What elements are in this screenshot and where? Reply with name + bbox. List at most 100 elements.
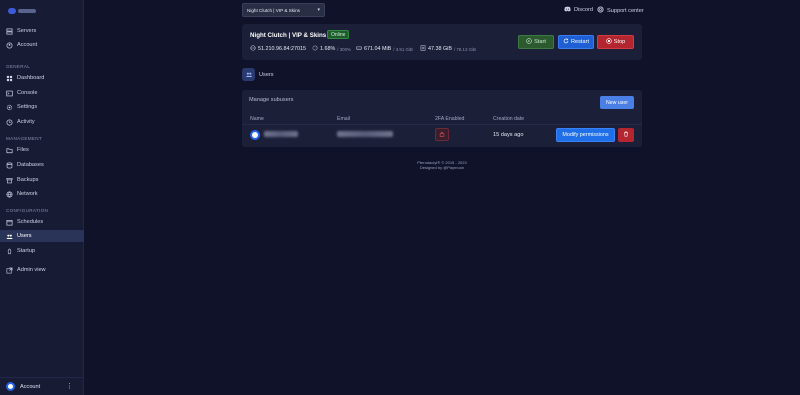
sidebar-item-console[interactable]: Console: [0, 87, 84, 99]
discord-link[interactable]: Discord: [564, 6, 593, 14]
section-label-management: MANAGEMENT: [6, 136, 42, 141]
sidebar-item-users[interactable]: Users: [0, 230, 84, 242]
sidebar-item-label: Users: [17, 233, 32, 239]
sidebar-item-network[interactable]: Network: [0, 188, 84, 200]
app-logo[interactable]: [8, 7, 44, 15]
sidebar-item-label: Startup: [17, 248, 36, 254]
restart-icon: [563, 38, 569, 46]
sidebar-item-label: Servers: [17, 28, 37, 34]
sidebar-item-databases[interactable]: Databases: [0, 159, 84, 171]
delete-user-button[interactable]: [618, 128, 634, 142]
database-icon: [6, 162, 13, 169]
cpu-limit: / 300%: [337, 46, 351, 52]
server-selector[interactable]: Night Clutch | VIP & Skins ▾: [242, 3, 325, 17]
modify-permissions-button[interactable]: Modify permissions: [556, 128, 615, 142]
creation-date: 15 days ago: [493, 132, 524, 138]
chevron-down-icon: ▾: [317, 7, 320, 13]
memory-limit: / 3.91 GiB: [393, 46, 413, 52]
column-header-name: Name: [250, 116, 264, 122]
2fa-status: [435, 128, 449, 141]
sidebar-item-servers[interactable]: Servers: [0, 25, 84, 37]
startup-icon: [6, 248, 13, 255]
sidebar-item-label: Backups: [17, 177, 39, 183]
manage-subusers-label: Manage subusers: [249, 97, 294, 103]
table-divider: [242, 124, 642, 125]
stop-button[interactable]: Stop: [597, 35, 634, 49]
sidebar-item-label: Dashboard: [17, 75, 45, 81]
memory-usage: 671.04 MiB / 3.91 GiB: [356, 45, 413, 53]
footer-credit: Designed by @Paymoon: [419, 165, 465, 170]
play-icon: [526, 38, 532, 46]
discord-label: Discord: [574, 7, 593, 13]
sidebar-item-admin-view[interactable]: Admin view: [0, 264, 84, 276]
restart-label: Restart: [570, 39, 590, 45]
page-title: Users: [259, 72, 274, 78]
sidebar-item-files[interactable]: Files: [0, 144, 84, 156]
globe-icon: [250, 45, 256, 53]
sidebar-item-label: Files: [17, 147, 29, 153]
account-icon: [6, 42, 13, 49]
avatar: [250, 130, 260, 140]
sidebar-item-label: Databases: [17, 162, 44, 168]
server-status-card: Night Clutch | VIP & Skins Online 51.210…: [242, 24, 642, 60]
start-label: Start: [534, 39, 546, 45]
column-header-email: Email: [337, 116, 350, 122]
network-icon: [6, 191, 13, 198]
sidebar-item-account[interactable]: Account: [0, 39, 84, 51]
sidebar-item-schedules[interactable]: Schedules: [0, 216, 84, 228]
external-link-icon: [6, 267, 13, 274]
backup-icon: [6, 177, 13, 184]
memory-value: 671.04 MiB: [364, 46, 392, 52]
sidebar-item-startup[interactable]: Startup: [0, 245, 84, 257]
sidebar-item-label: Admin view: [17, 267, 46, 273]
avatar: [6, 382, 15, 391]
calendar-icon: [6, 219, 13, 226]
server-selector-value: Night Clutch | VIP & Skins: [247, 7, 300, 13]
stop-label: Stop: [613, 39, 626, 45]
unlock-icon: [439, 131, 445, 139]
column-header-creation-date: Creation date: [493, 116, 525, 122]
disk-value: 47.38 GiB: [428, 46, 452, 52]
sidebar-item-label: Network: [17, 191, 38, 197]
section-label-general: GENERAL: [6, 64, 31, 69]
section-label-configuration: CONFIGURATION: [6, 208, 49, 213]
new-user-button[interactable]: New user: [600, 96, 634, 109]
disk-icon: [420, 45, 426, 53]
cpu-icon: [312, 45, 318, 53]
sidebar-item-label: Settings: [17, 104, 38, 110]
sidebar-item-label: Activity: [17, 119, 35, 125]
activity-icon: [6, 119, 13, 126]
users-page-icon: [242, 68, 255, 81]
sidebar-item-settings[interactable]: Settings: [0, 101, 84, 113]
support-link[interactable]: Support center: [597, 6, 644, 15]
more-options-icon[interactable]: ⋮: [66, 383, 73, 390]
discord-icon: [564, 6, 571, 14]
stop-icon: [606, 38, 612, 46]
trash-icon: [623, 131, 629, 139]
account-menu[interactable]: Account ⋮: [0, 377, 84, 395]
start-button[interactable]: Start: [518, 35, 554, 49]
users-icon: [6, 233, 13, 240]
disk-limit: / 78.13 GiB: [453, 46, 476, 52]
cpu-usage: 1.68% / 300%: [312, 45, 351, 53]
dashboard-icon: [6, 75, 13, 82]
column-header-2fa: 2FA Enabled: [435, 116, 465, 122]
server-address: 51.210.96.84:27015: [250, 45, 306, 53]
sidebar-item-label: Account: [17, 42, 38, 48]
server-icon: [6, 28, 13, 35]
sidebar-item-label: Schedules: [17, 219, 44, 225]
status-badge: Online: [327, 30, 350, 39]
server-name: Night Clutch | VIP & Skins: [250, 32, 327, 39]
user-email-redacted: [337, 131, 393, 137]
sidebar-item-label: Console: [17, 90, 38, 96]
console-icon: [6, 90, 13, 97]
support-label: Support center: [607, 7, 644, 14]
sidebar-item-backups[interactable]: Backups: [0, 174, 84, 186]
lifebuoy-icon: [597, 6, 604, 15]
memory-icon: [356, 45, 362, 53]
settings-icon: [6, 104, 13, 111]
account-label: Account: [20, 383, 41, 390]
sidebar-item-dashboard[interactable]: Dashboard: [0, 72, 84, 84]
sidebar-item-activity[interactable]: Activity: [0, 116, 84, 128]
restart-button[interactable]: Restart: [558, 35, 594, 49]
